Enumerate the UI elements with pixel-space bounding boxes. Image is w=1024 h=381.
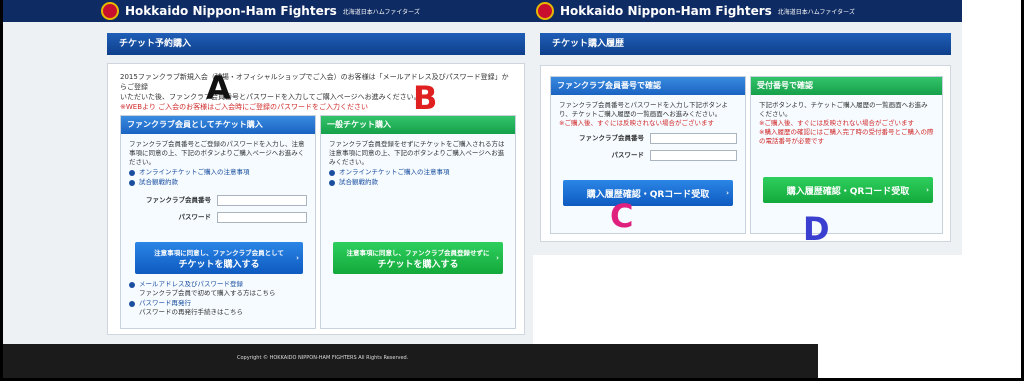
brand-name-en: Hokkaido Nippon-Ham Fighters	[125, 4, 337, 18]
password-reissue-sub: パスワードの再発行手続きはこちら	[139, 308, 243, 316]
arrow-bullet-icon	[329, 179, 335, 186]
intro-line2: いただいた後、ファンクラブ会員番号とパスワードを入力してご購入ページへお進みくだ…	[120, 93, 421, 101]
general-button-line1: 注意事項に同意し、ファンクラブ会員登録せずに	[346, 248, 490, 257]
terms-link[interactable]: 試合観戦約款	[129, 178, 307, 187]
arrow-bullet-icon	[129, 179, 135, 186]
screenshot-frame: Hokkaido Nippon-Ham Fighters 北海道日本ハムファイタ…	[3, 0, 1021, 378]
register-link-sub: ファンクラブ会員で初めて購入する方はこちら	[139, 289, 276, 297]
footer: Copyright © HOKKAIDO NIPPON-HAM FIGHTERS…	[3, 344, 818, 378]
history-content: ファンクラブ会員番号で確認 ファンクラブ会員番号とパスワードを入力し下記ボタンよ…	[540, 65, 951, 242]
top-nav-bar: Hokkaido Nippon-Ham Fighters 北海道日本ハムファイタ…	[530, 0, 962, 22]
password-label: パスワード	[611, 150, 645, 159]
notice-link-label: オンラインチケットご購入の注意事項	[139, 168, 250, 176]
chevron-right-icon: ›	[926, 186, 929, 194]
general-purchase-button[interactable]: 注意事項に同意し、ファンクラブ会員登録せずに チケットを購入する ›	[333, 242, 503, 274]
marker-d: D	[803, 210, 830, 248]
member-button-line1: 注意事項に同意し、ファンクラブ会員として	[154, 248, 284, 257]
member-button-line2: チケットを購入する	[178, 259, 260, 270]
notice-link[interactable]: オンラインチケットご購入の注意事項	[329, 168, 507, 177]
general-button-line2: チケットを購入する	[377, 259, 459, 270]
receipt-history-note1: ※ご購入後、すぐには反映されない場合がございます	[759, 119, 914, 127]
member-no-label: ファンクラブ会員番号	[146, 195, 211, 204]
top-nav-bar: Hokkaido Nippon-Ham Fighters 北海道日本ハムファイタ…	[3, 0, 533, 22]
team-logo-icon	[101, 2, 119, 20]
brand[interactable]: Hokkaido Nippon-Ham Fighters 北海道日本ハムファイタ…	[536, 2, 855, 20]
receipt-history-note2: ※購入履歴の確認にはご購入完了時の受付番号とご購入の際の電話番号が必要です	[759, 128, 934, 145]
terms-link-label: 試合観戦約款	[339, 178, 378, 186]
member-purchase-button[interactable]: 注意事項に同意し、ファンクラブ会員として チケットを購入する ›	[135, 242, 303, 274]
general-card-body: ファンクラブ会員登録をせずにチケットをご購入される方は注意事項に同意の上、下記の…	[321, 134, 515, 193]
general-card-header: 一般チケット購入	[321, 116, 515, 134]
member-purchase-card: ファンクラブ会員としてチケット購入 ファンクラブ会員番号とご登録のパスワードを入…	[120, 115, 316, 329]
team-logo-icon	[536, 2, 554, 20]
member-history-body: ファンクラブ会員番号とパスワードを入力し下記ボタンより、チケットご購入履歴の一覧…	[551, 95, 745, 168]
arrow-bullet-icon	[129, 300, 135, 307]
password-input[interactable]	[217, 211, 307, 223]
password-row: パスワード	[559, 148, 737, 162]
member-history-header: ファンクラブ会員番号で確認	[551, 77, 745, 95]
register-link[interactable]: メールアドレス及びパスワード登録	[129, 280, 311, 289]
section-title: チケット購入履歴	[540, 33, 951, 55]
member-extra-links: メールアドレス及びパスワード登録 ファンクラブ会員で初めて購入する方はこちら パ…	[129, 279, 311, 317]
member-no-row: ファンクラブ会員番号	[559, 131, 737, 145]
chevron-right-icon: ›	[296, 254, 299, 262]
history-button-label: 購入履歴確認・QRコード受取	[786, 186, 910, 197]
general-card-desc: ファンクラブ会員登録をせずにチケットをご購入される方は注意事項に同意の上、下記の…	[329, 140, 505, 166]
password-input[interactable]	[650, 149, 737, 161]
history-page: Hokkaido Nippon-Ham Fighters 北海道日本ハムファイタ…	[530, 0, 962, 255]
arrow-bullet-icon	[129, 281, 135, 288]
marker-a: A	[206, 69, 231, 107]
terms-link[interactable]: 試合観戦約款	[329, 178, 507, 187]
member-no-label: ファンクラブ会員番号	[579, 133, 644, 142]
member-history-note: ※ご購入後、すぐには反映されない場合がございます	[559, 119, 714, 127]
arrow-bullet-icon	[329, 169, 335, 176]
chevron-right-icon: ›	[496, 254, 499, 262]
member-no-input[interactable]	[217, 194, 307, 206]
general-purchase-card: 一般チケット購入 ファンクラブ会員登録をせずにチケットをご購入される方は注意事項…	[320, 115, 516, 329]
purchase-page: Hokkaido Nippon-Ham Fighters 北海道日本ハムファイタ…	[3, 0, 533, 378]
password-row: パスワード	[129, 210, 307, 224]
receipt-history-desc: 下記ボタンより、チケットご購入履歴の一覧画面へお進みください。	[759, 101, 928, 118]
copyright-text: Copyright © HOKKAIDO NIPPON-HAM FIGHTERS…	[237, 355, 409, 361]
arrow-bullet-icon	[129, 169, 135, 176]
brand-name-jp: 北海道日本ハムファイターズ	[342, 8, 420, 16]
intro-note: ※WEBより ご入会のお客様はご入会時にご登録のパスワードをご入力ください	[120, 103, 368, 111]
receipt-history-header: 受付番号で確認	[751, 77, 942, 95]
chevron-right-icon: ›	[726, 189, 729, 197]
intro-text: 2015ファンクラブ新規入会（球場・オフィシャルショップでご入会）のお客様は「メ…	[120, 72, 515, 112]
password-reissue-link[interactable]: パスワード再発行	[129, 299, 311, 308]
history-button-label: 購入履歴確認・QRコード受取	[586, 189, 710, 200]
terms-link-label: 試合観戦約款	[139, 178, 178, 186]
member-card-body: ファンクラブ会員番号とご登録のパスワードを入力し、注意事項に同意の上、下記のボタ…	[121, 134, 315, 230]
member-card-header: ファンクラブ会員としてチケット購入	[121, 116, 315, 134]
member-no-input[interactable]	[650, 132, 737, 144]
intro-line1: 2015ファンクラブ新規入会（球場・オフィシャルショップでご入会）のお客様は「メ…	[120, 73, 509, 91]
marker-c: C	[610, 197, 634, 235]
brand-name-jp: 北海道日本ハムファイターズ	[777, 8, 855, 16]
password-label: パスワード	[178, 212, 212, 221]
receipt-history-card: 受付番号で確認 下記ボタンより、チケットご購入履歴の一覧画面へお進みください。 …	[750, 76, 943, 234]
purchase-content: 2015ファンクラブ新規入会（球場・オフィシャルショップでご入会）のお客様は「メ…	[107, 63, 525, 335]
brand-name-en: Hokkaido Nippon-Ham Fighters	[560, 4, 772, 18]
member-login-form: ファンクラブ会員番号 パスワード	[129, 193, 307, 224]
history-button-member[interactable]: 購入履歴確認・QRコード受取 ›	[563, 180, 733, 206]
notice-link[interactable]: オンラインチケットご購入の注意事項	[129, 168, 307, 177]
history-button-receipt[interactable]: 購入履歴確認・QRコード受取 ›	[763, 177, 933, 203]
notice-link-label: オンラインチケットご購入の注意事項	[339, 168, 450, 176]
member-history-card: ファンクラブ会員番号で確認 ファンクラブ会員番号とパスワードを入力し下記ボタンよ…	[550, 76, 746, 234]
member-card-desc: ファンクラブ会員番号とご登録のパスワードを入力し、注意事項に同意の上、下記のボタ…	[129, 140, 305, 166]
member-no-row: ファンクラブ会員番号	[129, 193, 307, 207]
register-link-label: メールアドレス及びパスワード登録	[139, 280, 243, 288]
member-history-form: ファンクラブ会員番号 パスワード	[559, 131, 737, 162]
receipt-history-body: 下記ボタンより、チケットご購入履歴の一覧画面へお進みください。 ※ご購入後、すぐ…	[751, 95, 942, 152]
member-history-desc: ファンクラブ会員番号とパスワードを入力し下記ボタンより、チケットご購入履歴の一覧…	[559, 101, 728, 118]
marker-b: B	[413, 79, 438, 117]
section-title: チケット予約購入	[107, 33, 525, 55]
password-reissue-label: パスワード再発行	[139, 299, 191, 307]
brand[interactable]: Hokkaido Nippon-Ham Fighters 北海道日本ハムファイタ…	[101, 2, 420, 20]
